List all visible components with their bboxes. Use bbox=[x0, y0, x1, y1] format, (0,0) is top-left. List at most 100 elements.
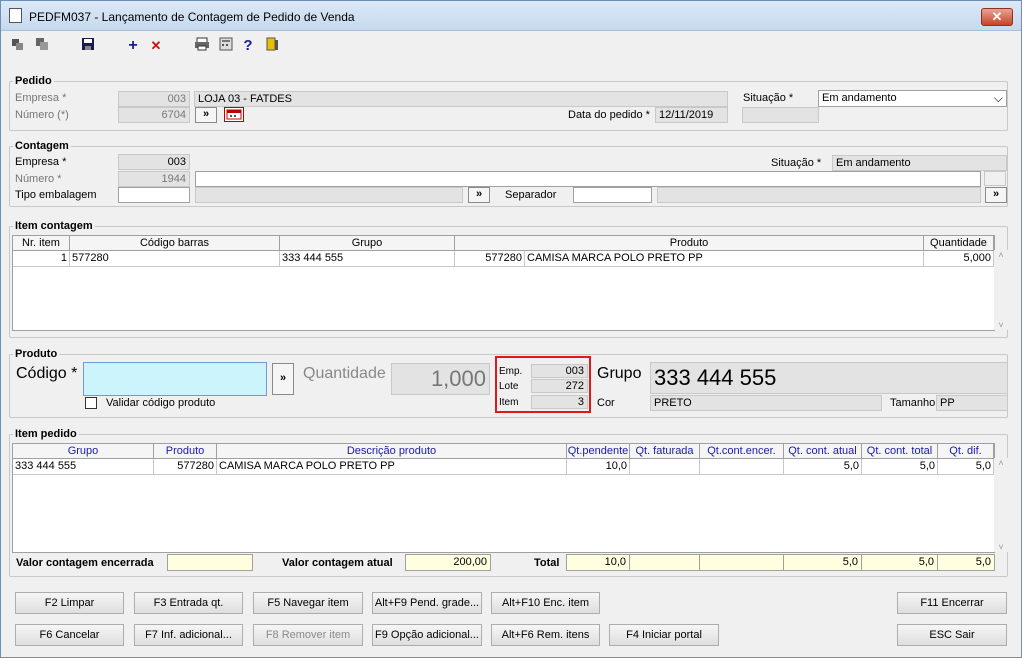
grupo-field: 333 444 555 bbox=[650, 362, 1008, 394]
item-label: Item bbox=[499, 397, 519, 408]
cell-ip-faturada[interactable] bbox=[630, 459, 700, 475]
cancelar-button[interactable]: F6 Cancelar bbox=[15, 624, 124, 646]
app-icon bbox=[9, 8, 22, 23]
cell-codigo-barras[interactable]: 577280 bbox=[70, 251, 280, 267]
encerrar-button[interactable]: F11 Encerrar bbox=[897, 592, 1007, 614]
cell-ip-produto[interactable]: 577280 bbox=[154, 459, 217, 475]
lote-field: 272 bbox=[531, 379, 588, 393]
window-title: PEDFM037 - Lançamento de Contagem de Ped… bbox=[29, 10, 355, 24]
pedido-search-button[interactable]: » bbox=[195, 107, 217, 123]
item-pedido-table[interactable]: Grupo Produto Descrição produto Qt.pende… bbox=[12, 443, 995, 553]
col-ip-produto[interactable]: Produto bbox=[154, 444, 217, 459]
calendar-icon[interactable] bbox=[224, 107, 244, 122]
total-total: 5,0 bbox=[861, 554, 938, 571]
total-label: Total bbox=[534, 557, 560, 569]
entrada-qt-button[interactable]: F3 Entrada qt. bbox=[134, 592, 243, 614]
pedido-situacao-select[interactable]: Em andamento ⌵ bbox=[818, 90, 1007, 107]
col-produto[interactable]: Produto bbox=[455, 236, 924, 251]
col-codigo-barras[interactable]: Código barras bbox=[70, 236, 280, 251]
contagem-numero-label: Número * bbox=[15, 173, 62, 185]
total-encer bbox=[699, 554, 784, 571]
tipo-embalagem-field[interactable] bbox=[118, 187, 190, 203]
cell-grupo[interactable]: 333 444 555 bbox=[280, 251, 455, 267]
produto-legend: Produto bbox=[13, 348, 60, 360]
inf-adicional-button[interactable]: F7 Inf. adicional... bbox=[134, 624, 243, 646]
cell-ip-total[interactable]: 5,0 bbox=[862, 459, 938, 475]
codigo-input[interactable] bbox=[83, 362, 267, 396]
scroll-up-icon[interactable]: ˄ bbox=[994, 250, 1008, 264]
cell-ip-descricao[interactable]: CAMISA MARCA POLO PRETO PP bbox=[217, 459, 567, 475]
contagem-empresa-field: 003 bbox=[118, 154, 190, 170]
col-ip-descricao[interactable]: Descrição produto bbox=[217, 444, 567, 459]
total-faturada bbox=[629, 554, 700, 571]
calculator-icon[interactable] bbox=[217, 37, 235, 55]
validar-label[interactable]: Validar código produto bbox=[106, 397, 215, 409]
print-icon[interactable] bbox=[193, 37, 211, 55]
tipo-embalagem-search-button[interactable]: » bbox=[468, 187, 490, 203]
col-ip-total[interactable]: Qt. cont. total bbox=[862, 444, 938, 459]
exit-door-icon[interactable] bbox=[263, 37, 281, 55]
data-pedido-label: Data do pedido * bbox=[568, 109, 650, 121]
close-button[interactable]: ✕ bbox=[981, 8, 1013, 26]
validar-checkbox[interactable] bbox=[85, 397, 97, 409]
cell-produto-code[interactable]: 577280 bbox=[455, 251, 525, 267]
cell-ip-atual[interactable]: 5,0 bbox=[784, 459, 862, 475]
cell-quantidade[interactable]: 5,000 bbox=[924, 251, 994, 267]
cell-nr-item[interactable]: 1 bbox=[13, 251, 70, 267]
navegar-item-button[interactable]: F5 Navegar item bbox=[253, 592, 363, 614]
col-ip-pendente[interactable]: Qt.pendente bbox=[567, 444, 630, 459]
lote-label: Lote bbox=[499, 381, 519, 392]
item-pedido-scrollbar[interactable]: ˄ ˅ bbox=[994, 458, 1008, 552]
main-window: PEDFM037 - Lançamento de Contagem de Ped… bbox=[0, 0, 1022, 658]
separador-field[interactable] bbox=[573, 187, 652, 203]
valor-encerrada-field bbox=[167, 554, 253, 571]
first-record-icon[interactable] bbox=[9, 37, 27, 55]
pedido-situacao-label: Situação * bbox=[743, 92, 794, 104]
cor-field: PRETO bbox=[650, 395, 882, 411]
item-contagem-table[interactable]: Nr. item Código barras Grupo Produto Qua… bbox=[12, 235, 995, 331]
cell-ip-dif[interactable]: 5,0 bbox=[938, 459, 994, 475]
col-ip-atual[interactable]: Qt. cont. atual bbox=[784, 444, 862, 459]
remover-item-button[interactable]: F8 Remover item bbox=[253, 624, 363, 646]
help-icon[interactable]: ? bbox=[239, 37, 257, 55]
item-field: 3 bbox=[531, 395, 588, 409]
pend-grade-button[interactable]: Alt+F9 Pend. grade... bbox=[372, 592, 482, 614]
opcao-adicional-button[interactable]: F9 Opção adicional... bbox=[372, 624, 482, 646]
copy-icon[interactable] bbox=[33, 37, 51, 55]
delete-icon[interactable]: ✕ bbox=[147, 37, 165, 55]
rem-itens-button[interactable]: Alt+F6 Rem. itens bbox=[491, 624, 600, 646]
col-grupo[interactable]: Grupo bbox=[280, 236, 455, 251]
separador-search-button[interactable]: » bbox=[985, 187, 1007, 203]
col-ip-encer[interactable]: Qt.cont.encer. bbox=[700, 444, 784, 459]
col-ip-dif[interactable]: Qt. dif. bbox=[938, 444, 994, 459]
iniciar-portal-button[interactable]: F4 Iniciar portal bbox=[609, 624, 719, 646]
col-ip-grupo[interactable]: Grupo bbox=[13, 444, 154, 459]
col-nr-item[interactable]: Nr. item bbox=[13, 236, 70, 251]
codigo-search-button[interactable]: » bbox=[272, 363, 294, 395]
cell-ip-encer[interactable] bbox=[700, 459, 784, 475]
col-quantidade[interactable]: Quantidade bbox=[924, 236, 994, 251]
cell-produto[interactable]: CAMISA MARCA POLO PRETO PP bbox=[525, 251, 924, 267]
enc-item-button[interactable]: Alt+F10 Enc. item bbox=[491, 592, 600, 614]
contagem-numero-field: 1944 bbox=[118, 171, 190, 187]
chevron-down-icon[interactable]: ⌵ bbox=[994, 91, 1003, 105]
cell-ip-grupo[interactable]: 333 444 555 bbox=[13, 459, 154, 475]
item-contagem-scrollbar[interactable]: ˄ ˅ bbox=[994, 250, 1008, 330]
scroll-down-icon[interactable]: ˅ bbox=[994, 542, 1008, 552]
scroll-down-icon[interactable]: ˅ bbox=[994, 320, 1008, 330]
add-icon[interactable]: + bbox=[124, 37, 142, 55]
cor-label: Cor bbox=[597, 397, 615, 409]
col-ip-faturada[interactable]: Qt. faturada bbox=[630, 444, 700, 459]
contagem-scroll-icon[interactable] bbox=[984, 171, 1006, 186]
title-bar: PEDFM037 - Lançamento de Contagem de Ped… bbox=[1, 1, 1021, 31]
tamanho-label: Tamanho bbox=[890, 397, 936, 409]
cell-ip-pendente[interactable]: 10,0 bbox=[567, 459, 630, 475]
sair-button[interactable]: ESC Sair bbox=[897, 624, 1007, 646]
scroll-up-icon[interactable]: ˄ bbox=[994, 458, 1008, 472]
tamanho-field: PP bbox=[936, 395, 1008, 411]
limpar-button[interactable]: F2 Limpar bbox=[15, 592, 124, 614]
total-dif: 5,0 bbox=[937, 554, 995, 571]
save-icon[interactable] bbox=[79, 37, 97, 55]
contagem-numero-desc[interactable] bbox=[195, 171, 981, 187]
separador-label: Separador bbox=[505, 189, 557, 201]
